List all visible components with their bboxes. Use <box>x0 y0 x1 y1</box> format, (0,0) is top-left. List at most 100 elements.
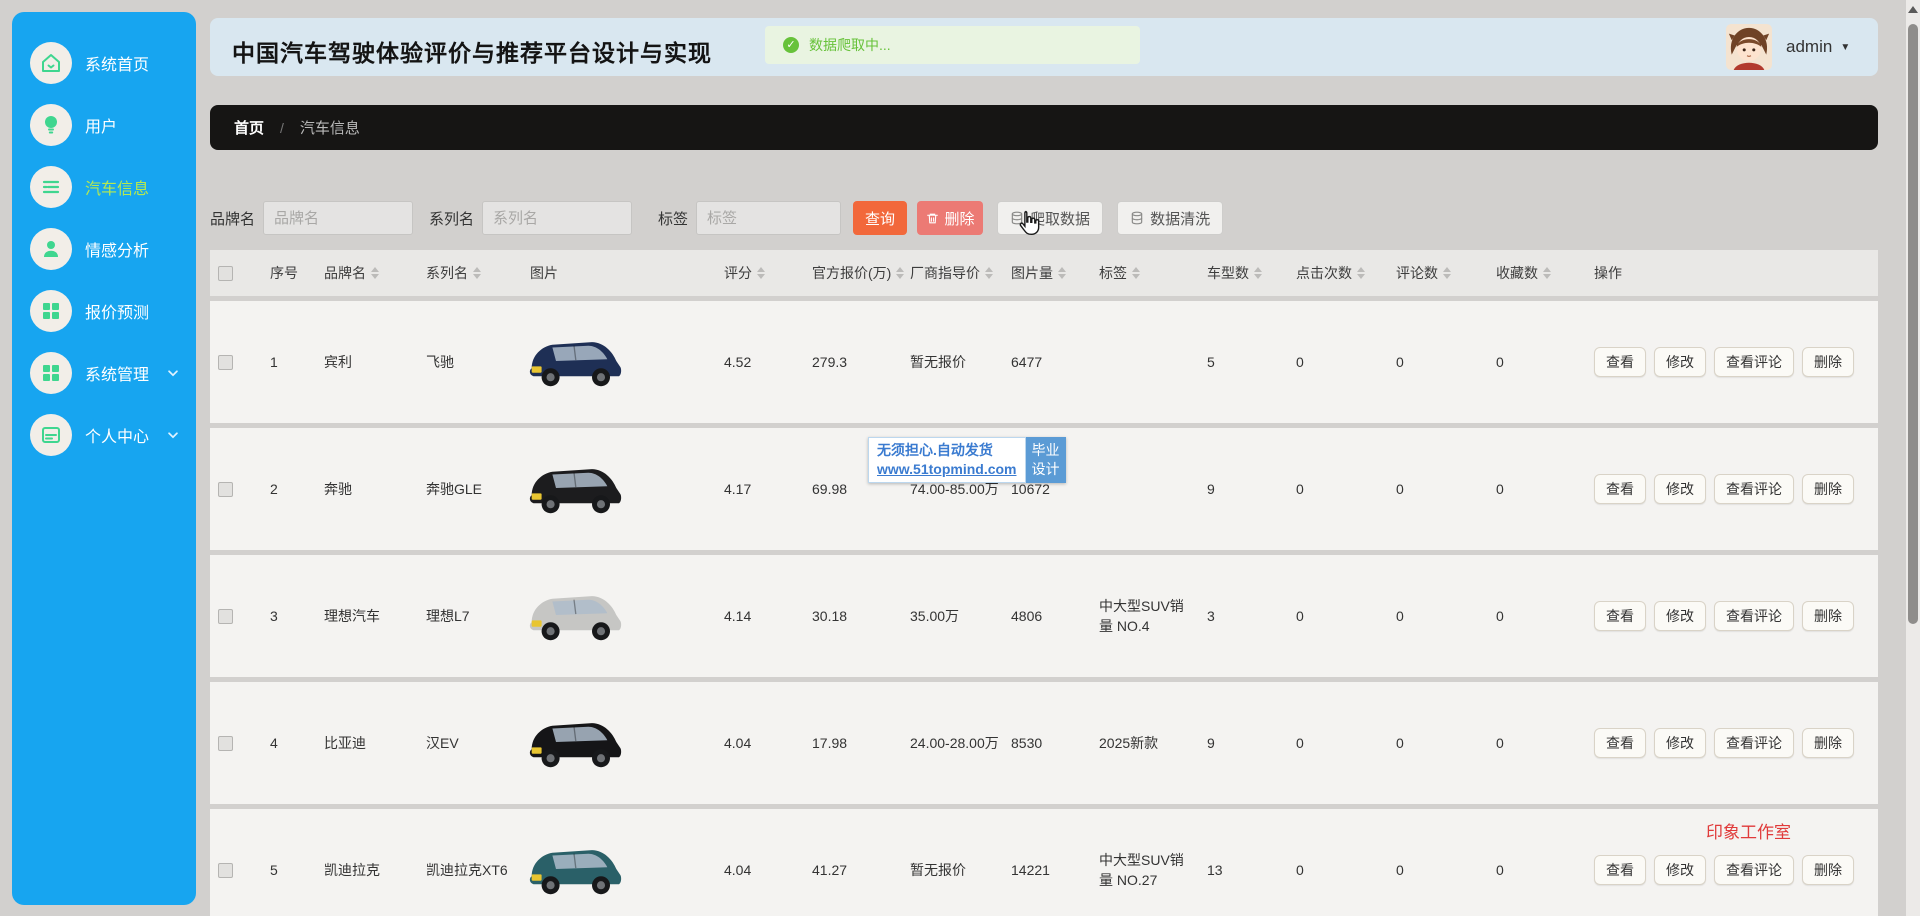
edit-button[interactable]: 修改 <box>1654 728 1706 758</box>
scrollbar[interactable] <box>1906 0 1920 916</box>
column-header[interactable]: 评分 <box>712 263 800 283</box>
avatar[interactable] <box>1726 24 1772 70</box>
delete-button[interactable]: 删除 <box>917 201 984 235</box>
tag-filter-label: 标签 <box>658 210 689 228</box>
edit-button[interactable]: 修改 <box>1654 855 1706 885</box>
table-row: 5 凯迪拉克 凯迪拉克XT6 4.04 41.27 暂无报价 14221 中大型… <box>210 809 1878 916</box>
grid-icon <box>30 352 72 394</box>
view-comments-button[interactable]: 查看评论 <box>1714 728 1794 758</box>
sort-icon[interactable] <box>1543 267 1551 279</box>
sort-icon[interactable] <box>473 267 481 279</box>
column-header[interactable]: 标签 <box>1089 263 1195 283</box>
cell-brand: 理想汽车 <box>324 608 380 624</box>
view-comments-button[interactable]: 查看评论 <box>1714 347 1794 377</box>
view-comments-button[interactable]: 查看评论 <box>1714 601 1794 631</box>
column-header[interactable]: 图片量 <box>999 263 1089 283</box>
sort-icon[interactable] <box>985 267 993 279</box>
sidebar-item-cars[interactable]: 汽车信息 <box>12 166 196 208</box>
sidebar-item-system[interactable]: 系统管理 <box>12 352 196 394</box>
cell-tag: 中大型SUV销量 NO.27 <box>1099 852 1184 888</box>
clean-data-button[interactable]: 数据清洗 <box>1117 201 1224 235</box>
cell-rating: 4.04 <box>724 862 752 878</box>
cell-rating: 4.17 <box>724 481 752 497</box>
scrollbar-thumb[interactable] <box>1908 24 1918 624</box>
edit-button[interactable]: 修改 <box>1654 347 1706 377</box>
tag-filter-input[interactable] <box>696 201 842 235</box>
sort-icon[interactable] <box>757 267 765 279</box>
cell-model-count: 3 <box>1207 608 1215 624</box>
row-checkbox[interactable] <box>218 862 233 878</box>
column-header[interactable]: 官方报价(万) <box>800 263 905 283</box>
row-checkbox[interactable] <box>218 354 233 370</box>
cell-favorites: 0 <box>1496 862 1504 878</box>
toast-success: ✓ 数据爬取中... <box>765 26 1140 64</box>
scroll-up-icon[interactable] <box>1908 6 1918 13</box>
sidebar-item-sentiment[interactable]: 情感分析 <box>12 228 196 270</box>
breadcrumb-home[interactable]: 首页 <box>234 117 264 138</box>
view-comments-button[interactable]: 查看评论 <box>1714 474 1794 504</box>
sidebar-item-price-predict[interactable]: 报价预测 <box>12 290 196 332</box>
column-header[interactable]: 点击次数 <box>1284 263 1384 283</box>
delete-row-button[interactable]: 删除 <box>1802 855 1854 885</box>
sort-icon[interactable] <box>1443 267 1451 279</box>
table-row: 4 比亚迪 汉EV 4.04 17.98 24.00-28.00万 8530 2… <box>210 682 1878 804</box>
user-menu[interactable]: admin ▼ <box>1726 24 1850 70</box>
cell-index: 3 <box>270 608 278 624</box>
sidebar-item-home[interactable]: 系统首页 <box>12 42 196 84</box>
sort-icon[interactable] <box>1254 267 1262 279</box>
cell-guide-price: 暂无报价 <box>910 354 966 370</box>
cell-image-count: 10672 <box>1011 481 1050 497</box>
delete-row-button[interactable]: 删除 <box>1802 347 1854 377</box>
column-header[interactable]: 序号 <box>258 263 312 283</box>
view-button[interactable]: 查看 <box>1594 474 1646 504</box>
cell-favorites: 0 <box>1496 735 1504 751</box>
cell-brand: 奔驰 <box>324 481 352 497</box>
row-checkbox[interactable] <box>218 608 233 624</box>
series-filter-input[interactable] <box>482 201 633 235</box>
view-button[interactable]: 查看 <box>1594 347 1646 377</box>
home-icon <box>30 42 72 84</box>
table-row: 3 理想汽车 理想L7 4.14 30.18 35.00万 4806 中大型SU… <box>210 555 1878 677</box>
column-header[interactable]: 评论数 <box>1384 263 1484 283</box>
row-checkbox[interactable] <box>218 735 233 751</box>
column-header[interactable]: 操作 <box>1582 263 1878 283</box>
watermark-badge: 毕业 设计 <box>1025 437 1066 483</box>
toast-message: 数据爬取中... <box>809 37 891 53</box>
sidebar: 系统首页 用户 汽车信息 情感分析 报价预测 系统管理 个人中心 <box>12 12 196 905</box>
edit-button[interactable]: 修改 <box>1654 601 1706 631</box>
cell-official-price: 41.27 <box>812 862 848 878</box>
brand-filter-input[interactable] <box>263 201 414 235</box>
view-comments-button[interactable]: 查看评论 <box>1714 855 1794 885</box>
row-checkbox[interactable] <box>218 481 233 497</box>
sort-icon[interactable] <box>1357 267 1365 279</box>
column-header[interactable]: 图片 <box>518 263 712 283</box>
view-button[interactable]: 查看 <box>1594 601 1646 631</box>
delete-row-button[interactable]: 删除 <box>1802 474 1854 504</box>
sort-icon[interactable] <box>1132 267 1140 279</box>
column-header[interactable]: 系列名 <box>414 263 518 283</box>
sort-icon[interactable] <box>371 267 379 279</box>
table-body: 1 宾利 飞驰 4.52 279.3 暂无报价 6477 5 0 0 0 查看 … <box>210 301 1878 916</box>
cell-series: 理想L7 <box>426 608 470 624</box>
sidebar-item-users[interactable]: 用户 <box>12 104 196 146</box>
column-header[interactable]: 车型数 <box>1195 263 1284 283</box>
column-header[interactable]: 收藏数 <box>1484 263 1582 283</box>
view-button[interactable]: 查看 <box>1594 855 1646 885</box>
sort-icon[interactable] <box>1058 267 1066 279</box>
column-header[interactable]: 厂商指导价 <box>902 263 999 283</box>
column-header[interactable]: 品牌名 <box>312 263 414 283</box>
delete-row-button[interactable]: 删除 <box>1802 601 1854 631</box>
sidebar-item-profile[interactable]: 个人中心 <box>12 414 196 456</box>
select-all-checkbox[interactable] <box>218 265 233 281</box>
edit-button[interactable]: 修改 <box>1654 474 1706 504</box>
view-button[interactable]: 查看 <box>1594 728 1646 758</box>
car-image <box>520 319 628 406</box>
car-image <box>520 827 628 914</box>
cell-favorites: 0 <box>1496 481 1504 497</box>
cell-model-count: 9 <box>1207 481 1215 497</box>
cell-rating: 4.14 <box>724 608 752 624</box>
search-button[interactable]: 查询 <box>853 201 908 235</box>
crawl-data-button[interactable]: 爬取数据 <box>997 201 1104 235</box>
watermark-text: 无须担心.自动发货 www.51topmind.com <box>868 437 1026 483</box>
delete-row-button[interactable]: 删除 <box>1802 728 1854 758</box>
